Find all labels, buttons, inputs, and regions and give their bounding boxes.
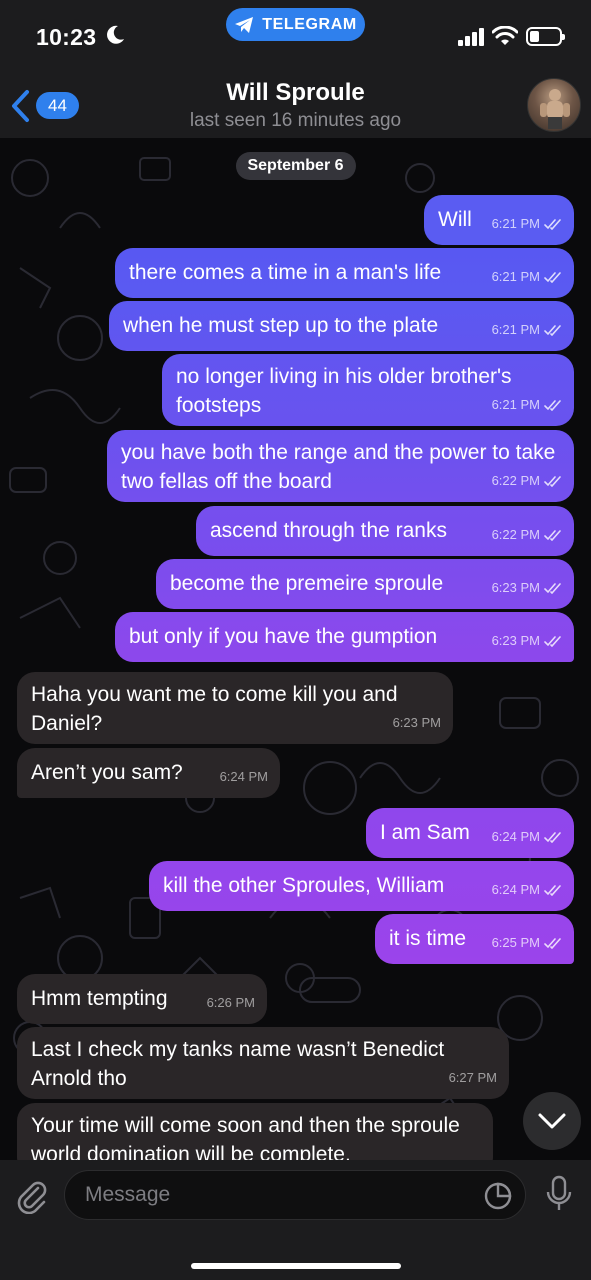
message-time: 6:23 PM: [491, 633, 540, 648]
message-time: 6:25 PM: [491, 935, 540, 950]
message-meta: 6:21 PM: [492, 390, 562, 419]
avatar-image: [540, 89, 570, 129]
message-meta: 6:24 PM: [220, 762, 268, 791]
outgoing-message[interactable]: when he must step up to the plate 6:21 PM: [109, 301, 574, 351]
message-time: 6:24 PM: [219, 769, 268, 784]
incoming-message[interactable]: Haha you want me to come kill you and Da…: [17, 672, 453, 744]
top-bar: 10:23 TELEGRAM 44 Will Sproule last seen…: [0, 0, 591, 138]
message-time: 6:23 PM: [491, 580, 540, 595]
outgoing-message[interactable]: there comes a time in a man's life 6:21 P…: [115, 248, 574, 298]
message-text: Hmm tempting: [31, 987, 168, 1010]
telegram-status-pill[interactable]: TELEGRAM: [226, 8, 365, 41]
message-meta: 6:22 PM: [492, 520, 562, 549]
signal-icon: [458, 28, 484, 46]
incoming-message[interactable]: Your time will come soon and then the sp…: [17, 1103, 493, 1160]
home-indicator: [191, 1263, 401, 1269]
message-time: 6:21 PM: [491, 216, 540, 231]
message-meta: 6:21 PM: [492, 209, 562, 238]
wifi-icon: [492, 26, 518, 45]
message-text: Your time will come soon and then the sp…: [31, 1114, 460, 1160]
message-time: 6:21 PM: [491, 269, 540, 284]
message-time: 6:24 PM: [491, 829, 540, 844]
sticker-icon[interactable]: [483, 1181, 513, 1211]
paperclip-icon[interactable]: [14, 1178, 50, 1214]
message-meta: 6:25 PM: [492, 928, 562, 957]
double-check-icon: [544, 399, 561, 411]
message-input[interactable]: Message: [64, 1170, 526, 1220]
message-text: kill the other Sproules, William: [163, 874, 445, 897]
message-meta: 6:24 PM: [492, 822, 562, 851]
double-check-icon: [544, 271, 561, 283]
message-meta: 6:24 PM: [492, 875, 562, 904]
message-meta: 6:21 PM: [492, 315, 562, 344]
outgoing-message[interactable]: kill the other Sproules, William 6:24 PM: [149, 861, 574, 911]
incoming-message[interactable]: Last I check my tanks name wasn’t Benedi…: [17, 1027, 509, 1099]
message-meta: 6:22 PM: [492, 466, 562, 495]
incoming-message[interactable]: Aren’t you sam? 6:24 PM: [17, 748, 280, 798]
message-meta: 6:21 PM: [492, 262, 562, 291]
message-time: 6:27 PM: [448, 1070, 497, 1085]
message-text: but only if you have the gumption: [129, 625, 438, 648]
double-check-icon: [544, 218, 561, 230]
outgoing-message[interactable]: no longer living in his older brother's …: [162, 354, 574, 426]
avatar[interactable]: [527, 78, 581, 132]
message-time: 6:21 PM: [491, 322, 540, 337]
outgoing-message[interactable]: become the premeire sproule 6:23 PM: [156, 559, 574, 609]
moon-icon: [107, 25, 124, 44]
outgoing-message[interactable]: but only if you have the gumption 6:23 PM: [115, 612, 574, 662]
message-time: 6:21 PM: [491, 397, 540, 412]
outgoing-message[interactable]: ascend through the ranks 6:22 PM: [196, 506, 574, 556]
double-check-icon: [544, 635, 561, 647]
outgoing-message[interactable]: Will 6:21 PM: [424, 195, 574, 245]
message-text: ascend through the ranks: [210, 519, 447, 542]
message-meta: 6:23 PM: [492, 626, 562, 655]
message-text: Aren’t you sam?: [31, 761, 183, 784]
message-text: Last I check my tanks name wasn’t Benedi…: [31, 1038, 445, 1090]
microphone-icon[interactable]: [544, 1175, 574, 1213]
scroll-to-bottom-button[interactable]: [523, 1092, 581, 1150]
message-time: 6:23 PM: [392, 715, 441, 730]
telegram-pill-label: TELEGRAM: [262, 15, 357, 33]
double-check-icon: [544, 937, 561, 949]
outgoing-message[interactable]: it is time 6:25 PM: [375, 914, 574, 964]
message-text: become the premeire sproule: [170, 572, 444, 595]
last-seen-status: last seen 16 minutes ago: [189, 110, 402, 131]
message-time: 6:26 PM: [206, 995, 255, 1010]
message-meta: 6:26 PM: [207, 988, 255, 1017]
double-check-icon: [544, 884, 561, 896]
incoming-message[interactable]: Hmm tempting 6:26 PM: [17, 974, 267, 1024]
double-check-icon: [544, 582, 561, 594]
telegram-icon: [235, 16, 254, 33]
outgoing-message[interactable]: you have both the range and the power to…: [107, 430, 574, 502]
message-text: Haha you want me to come kill you and Da…: [31, 683, 398, 735]
message-text: there comes a time in a man's life: [129, 261, 442, 284]
status-time: 10:23: [36, 24, 97, 50]
double-check-icon: [544, 529, 561, 541]
message-meta: 6:27 PM: [449, 1063, 497, 1092]
message-time: 6:22 PM: [491, 473, 540, 488]
outgoing-message[interactable]: I am Sam 6:24 PM: [366, 808, 574, 858]
message-meta: 6:23 PM: [492, 573, 562, 602]
double-check-icon: [544, 324, 561, 336]
battery-icon: [526, 27, 565, 46]
chat-area[interactable]: September 6 Will 6:21 PM there comes a tim…: [0, 138, 591, 1160]
message-text: when he must step up to the plate: [123, 314, 439, 337]
date-separator: September 6: [235, 152, 356, 180]
message-meta: 6:23 PM: [393, 708, 441, 737]
double-check-icon: [544, 831, 561, 843]
double-check-icon: [544, 475, 561, 487]
message-placeholder: Message: [85, 1183, 171, 1206]
composer-bar: Message: [0, 1160, 591, 1280]
message-time: 6:22 PM: [491, 527, 540, 542]
contact-name[interactable]: Will Sproule: [0, 79, 591, 107]
chevron-down-icon: [538, 1113, 566, 1129]
message-time: 6:24 PM: [491, 882, 540, 897]
